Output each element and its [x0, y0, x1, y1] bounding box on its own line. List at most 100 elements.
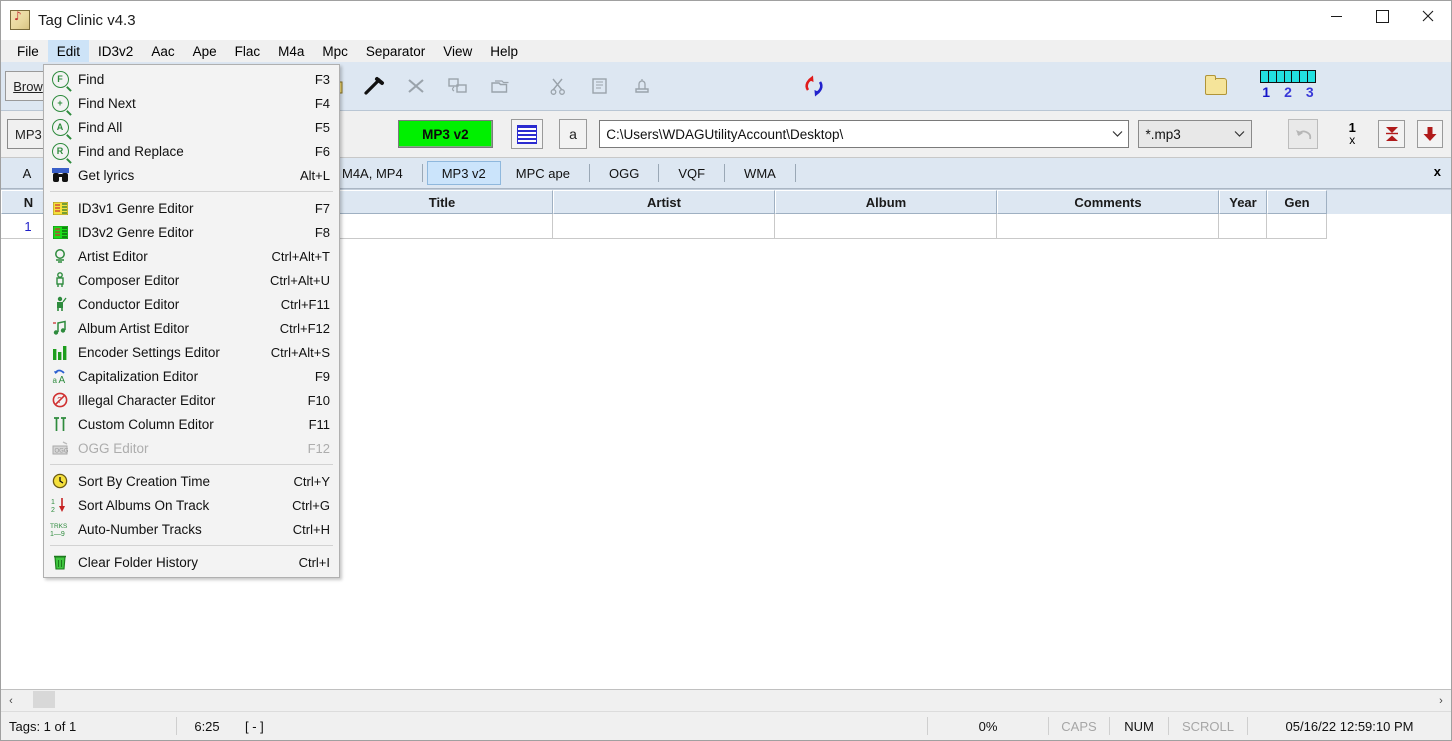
- folder-button[interactable]: [1195, 66, 1237, 106]
- down-button[interactable]: [1416, 120, 1444, 148]
- cell-album[interactable]: [775, 214, 997, 239]
- segment-indicator: 1 2 3: [1260, 70, 1316, 100]
- paste-icon: [592, 78, 607, 94]
- close-button[interactable]: [1405, 1, 1451, 31]
- scroll-left-button[interactable]: ‹: [1, 691, 21, 710]
- scroll-thumb[interactable]: [33, 691, 55, 708]
- cell-title[interactable]: [331, 214, 553, 239]
- cut-button[interactable]: [537, 66, 579, 106]
- path-input[interactable]: C:\Users\WDAGUtilityAccount\Desktop\: [600, 127, 1106, 142]
- menu-item-artist-editor[interactable]: Artist Editor Ctrl+Alt+T: [44, 244, 339, 268]
- menu-m4a[interactable]: M4a: [269, 40, 313, 62]
- menu-item-id3v1-genre-editor[interactable]: ID3v1 Genre Editor F7: [44, 196, 339, 220]
- refresh-button[interactable]: [793, 66, 835, 106]
- find-icon: F: [49, 70, 71, 88]
- paste-button[interactable]: [579, 66, 621, 106]
- undo-icon: [1295, 130, 1312, 140]
- menu-item-label: ID3v1 Genre Editor: [78, 200, 194, 216]
- menu-item-album-artist-editor[interactable]: Album Artist Editor Ctrl+F12: [44, 316, 339, 340]
- filemask-chevron-down-icon[interactable]: [1229, 121, 1251, 147]
- menu-item-get-lyrics[interactable]: Get lyrics Alt+L: [44, 163, 339, 187]
- menu-file[interactable]: File: [8, 40, 48, 62]
- column-header-artist[interactable]: Artist: [553, 190, 775, 214]
- segment-number-2[interactable]: 2: [1284, 84, 1292, 100]
- menu-bar: File Edit ID3v2 Aac Ape Flac M4a Mpc Sep…: [1, 40, 1451, 62]
- stamp-button[interactable]: [621, 66, 663, 106]
- lines-icon: [516, 124, 537, 144]
- menu-item-id3v2-genre-editor[interactable]: ID3v2 Genre Editor F8: [44, 220, 339, 244]
- menu-item-accel: F9: [314, 368, 330, 384]
- menu-item-sort-by-creation-time[interactable]: Sort By Creation Time Ctrl+Y: [44, 469, 339, 493]
- menu-item-capitalization-editor[interactable]: aA Capitalization Editor F9: [44, 364, 339, 388]
- tab-ogg[interactable]: OGG: [594, 161, 654, 185]
- maximize-button[interactable]: [1359, 1, 1405, 31]
- svg-text:TRKS: TRKS: [50, 523, 68, 530]
- menu-item-label: Encoder Settings Editor: [78, 344, 220, 360]
- menu-separator[interactable]: Separator: [357, 40, 434, 62]
- id3v2-genre-icon: [49, 223, 71, 241]
- menu-item-find-all[interactable]: A Find All F5: [44, 115, 339, 139]
- collapse-button[interactable]: [1378, 120, 1405, 148]
- copy-tags-button[interactable]: [437, 66, 479, 106]
- chevron-down-icon[interactable]: [1106, 121, 1128, 147]
- close-tab-button[interactable]: x: [1434, 164, 1441, 179]
- copy-files-button[interactable]: [479, 66, 521, 106]
- segment-number-3[interactable]: 3: [1306, 84, 1314, 100]
- album-artist-icon: [49, 319, 71, 337]
- menu-item-find-and-replace[interactable]: R Find and Replace F6: [44, 139, 339, 163]
- format-mp3v2-button[interactable]: MP3 v2: [398, 120, 493, 148]
- minimize-button[interactable]: [1313, 1, 1359, 31]
- menu-ape[interactable]: Ape: [184, 40, 226, 62]
- folder-icon: [1205, 74, 1227, 95]
- cell-comments[interactable]: [997, 214, 1219, 239]
- menu-item-encoder-settings-editor[interactable]: Encoder Settings Editor Ctrl+Alt+S: [44, 340, 339, 364]
- tab-mp3-v2[interactable]: MP3 v2: [426, 161, 501, 185]
- delete-button[interactable]: [395, 66, 437, 106]
- menu-item-clear-folder-history[interactable]: Clear Folder History Ctrl+I: [44, 550, 339, 574]
- undo-button[interactable]: [1287, 119, 1319, 149]
- column-header-title[interactable]: Title: [331, 190, 553, 214]
- column-header-genre[interactable]: Gen: [1267, 190, 1327, 214]
- menu-item-find-next[interactable]: + Find Next F4: [44, 91, 339, 115]
- menu-item-auto-number-tracks[interactable]: TRKS 1—9 Auto-Number Tracks Ctrl+H: [44, 517, 339, 541]
- tab-mpc-ape[interactable]: MPC ape: [501, 161, 585, 185]
- menu-item-custom-column-editor[interactable]: Custom Column Editor F11: [44, 412, 339, 436]
- menu-item-composer-editor[interactable]: Composer Editor Ctrl+Alt+U: [44, 268, 339, 292]
- horizontal-scrollbar[interactable]: ‹ ›: [1, 689, 1451, 711]
- magic-wand-button[interactable]: [353, 66, 395, 106]
- menu-item-illegal-character-editor[interactable]: ? Illegal Character Editor F10: [44, 388, 339, 412]
- filemask-combobox[interactable]: *.mp3: [1138, 120, 1252, 148]
- svg-text:a: a: [52, 376, 57, 384]
- menu-help[interactable]: Help: [481, 40, 527, 62]
- segment-number-1[interactable]: 1: [1262, 84, 1270, 100]
- segment-numbers[interactable]: 1 2 3: [1262, 84, 1313, 100]
- menu-item-sort-albums-on-track[interactable]: 12 Sort Albums On Track Ctrl+G: [44, 493, 339, 517]
- column-header-album[interactable]: Album: [775, 190, 997, 214]
- cell-artist[interactable]: [553, 214, 775, 239]
- down-arrow-icon: [1423, 127, 1437, 141]
- lines-button[interactable]: [510, 119, 543, 149]
- scroll-track[interactable]: [21, 691, 1431, 710]
- menu-edit[interactable]: Edit: [47, 40, 90, 62]
- menu-item-find[interactable]: F Find F3: [44, 67, 339, 91]
- menu-flac[interactable]: Flac: [226, 40, 270, 62]
- tab-m4a-mp4[interactable]: M4A, MP4: [327, 161, 418, 185]
- menu-id3v2[interactable]: ID3v2: [89, 40, 142, 62]
- case-button[interactable]: a: [558, 119, 588, 149]
- path-combobox[interactable]: C:\Users\WDAGUtilityAccount\Desktop\: [599, 120, 1130, 148]
- column-header-comments[interactable]: Comments: [997, 190, 1219, 214]
- tab-vqf[interactable]: VQF: [663, 161, 720, 185]
- custom-column-icon: [49, 415, 71, 433]
- column-header-year[interactable]: Year: [1219, 190, 1267, 214]
- menu-mpc[interactable]: Mpc: [313, 40, 357, 62]
- menu-item-accel: F7: [314, 200, 330, 216]
- menu-aac[interactable]: Aac: [142, 40, 183, 62]
- cell-genre[interactable]: [1267, 214, 1327, 239]
- menu-view[interactable]: View: [434, 40, 481, 62]
- cell-year[interactable]: [1219, 214, 1267, 239]
- tab-wma[interactable]: WMA: [729, 161, 791, 185]
- menu-item-conductor-editor[interactable]: Conductor Editor Ctrl+F11: [44, 292, 339, 316]
- find-replace-icon: R: [49, 142, 71, 160]
- filemask-value[interactable]: *.mp3: [1139, 127, 1228, 142]
- scroll-right-button[interactable]: ›: [1431, 691, 1451, 710]
